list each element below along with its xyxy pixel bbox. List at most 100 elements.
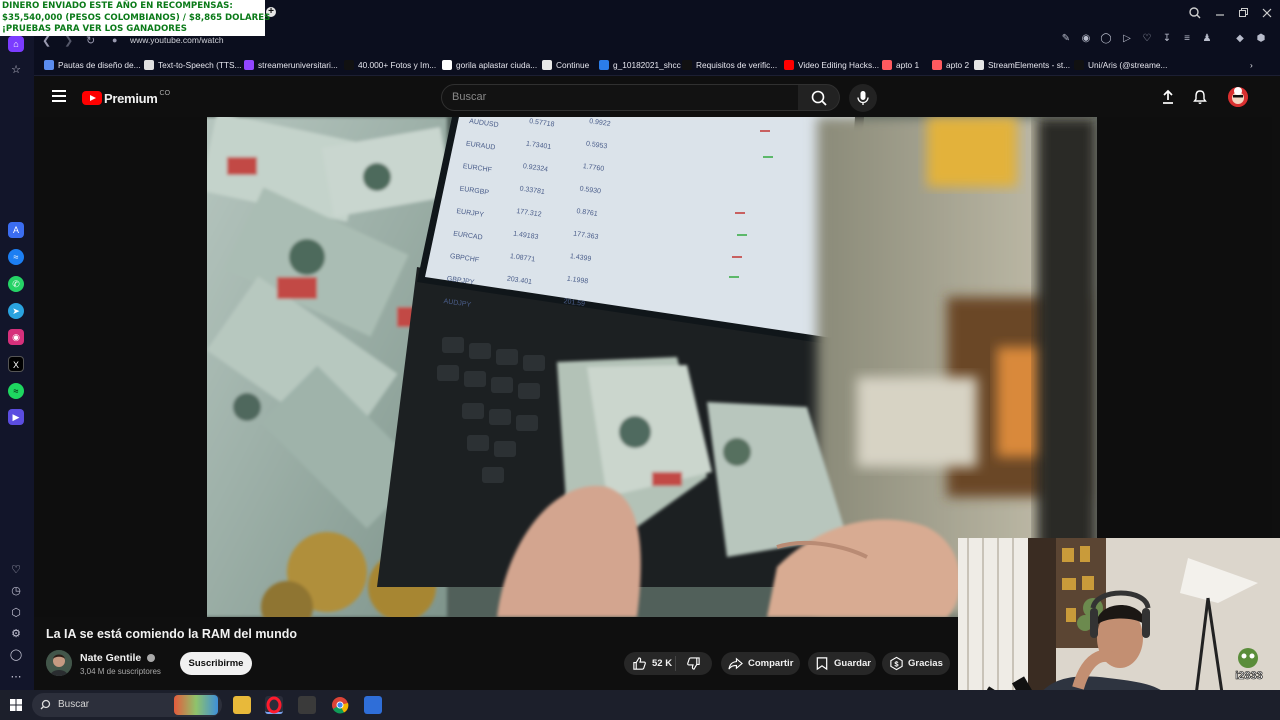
channel-avatar[interactable] [46, 650, 72, 676]
aria-icon[interactable]: A [8, 222, 24, 238]
bookmark-item[interactable]: Text-to-Speech (TTS... [144, 59, 241, 71]
browser-search-icon[interactable] [1187, 5, 1203, 21]
save-button[interactable]: Guardar [808, 652, 876, 675]
channel-name-text[interactable]: Nate Gentile [80, 652, 141, 664]
country-code: CO [159, 89, 171, 97]
download-icon[interactable]: ↧ [1161, 33, 1173, 45]
like-count: 52 K [652, 658, 673, 669]
overlay-line-1: DINERO ENVIADO ESTE AÑO EN RECOMPENSAS: [2, 1, 233, 11]
settings-icon[interactable]: ⚙ [9, 627, 23, 641]
bookmark-item[interactable]: Continue [542, 59, 589, 71]
spotify-icon[interactable]: ≈ [8, 383, 24, 399]
youtube-logo[interactable]: Premium CO [82, 90, 170, 106]
opera-icon[interactable] [265, 696, 283, 714]
bookmark-favicon-icon [1074, 60, 1084, 70]
windows-taskbar: Buscar [0, 690, 1280, 720]
bookmark-label: g_10182021_shcc [613, 60, 681, 70]
bookmark-label: Video Editing Hacks... [798, 60, 880, 70]
extension-icon[interactable]: ⬢ [1255, 33, 1267, 45]
edit-icon[interactable]: ✎ [1060, 33, 1072, 45]
minimize-icon[interactable] [1212, 5, 1228, 21]
menu-lines-icon[interactable]: ≡ [1181, 33, 1193, 45]
close-icon[interactable] [1259, 5, 1275, 21]
bookmark-item[interactable]: gorila aplastar ciuda... [442, 59, 537, 71]
send-icon[interactable]: ▷ [1121, 33, 1133, 45]
more-icon[interactable]: ⋯ [9, 670, 23, 684]
heart-icon[interactable]: ♡ [1141, 33, 1153, 45]
video-title: La IA se está comiendo la RAM del mundo [46, 627, 297, 641]
premium-text: Premium [104, 90, 158, 106]
bookmark-item[interactable]: StreamElements - st... [974, 59, 1070, 71]
search-button[interactable] [798, 84, 840, 111]
calendar-app-icon[interactable] [364, 696, 382, 714]
notifications-bell-icon[interactable] [1191, 88, 1209, 106]
home-icon[interactable]: ⌂ [8, 36, 24, 52]
subscribe-button[interactable]: Suscribirme [180, 652, 252, 675]
bookmark-favicon-icon [784, 60, 794, 70]
whatsapp-icon[interactable]: ✆ [8, 276, 24, 292]
bookmark-label: gorila aplastar ciuda... [456, 60, 538, 70]
camera-icon[interactable]: ◉ [1080, 33, 1092, 45]
bookmark-item[interactable]: 40.000+ Fotos y Im... [344, 59, 436, 71]
bookmark-item[interactable]: Requisitos de verific... [682, 59, 777, 71]
user-avatar[interactable] [1228, 87, 1248, 107]
search-icon [40, 693, 52, 717]
windows-start-icon[interactable] [10, 699, 22, 711]
x-twitter-icon[interactable]: X [8, 356, 24, 372]
bookmark-favicon-icon [244, 60, 254, 70]
file-explorer-icon[interactable] [233, 696, 251, 714]
bookmark-label: Continue [556, 60, 590, 70]
taskbar-search[interactable]: Buscar [32, 693, 222, 717]
share-button[interactable]: Compartir [721, 652, 800, 675]
bookmark-item[interactable]: streameruniversitari... [244, 59, 338, 71]
bookmarks-more-icon[interactable]: › [1250, 59, 1253, 71]
bookmark-favicon-icon [442, 60, 452, 70]
lightbulb-icon[interactable]: ◯ [9, 648, 23, 662]
bookmark-favicon-icon [974, 60, 984, 70]
save-label: Guardar [834, 658, 871, 669]
like-button[interactable]: 52 K [624, 656, 676, 671]
like-dislike-group: 52 K [624, 652, 712, 675]
diamond-icon[interactable]: ◆ [1234, 33, 1246, 45]
thanks-dollar-icon: $ [890, 656, 903, 671]
bookmark-icon [816, 657, 828, 671]
player-icon[interactable]: ▶ [8, 409, 24, 425]
star-icon[interactable]: ☆ [9, 63, 23, 77]
bookmark-item[interactable]: apto 2 [932, 59, 969, 71]
cube-icon[interactable]: ⬡ [9, 606, 23, 620]
voice-search-button[interactable] [849, 84, 877, 112]
shield-icon[interactable]: ◯ [1100, 33, 1112, 45]
restore-icon[interactable] [1235, 5, 1251, 21]
thumbs-down-icon [687, 657, 700, 670]
bookmark-item[interactable]: Pautas de diseño de... [44, 59, 141, 71]
bookmark-item[interactable]: apto 1 [882, 59, 919, 71]
search-input[interactable]: Buscar [441, 84, 799, 111]
upload-icon[interactable] [1159, 88, 1177, 106]
bookmark-item[interactable]: Video Editing Hacks... [784, 59, 879, 71]
youtube-header: Premium CO Buscar [34, 77, 1272, 117]
emote-text: i2833 [1235, 670, 1263, 682]
bookmark-item[interactable]: g_10182021_shcc [599, 59, 681, 71]
telegram-icon[interactable]: ➤ [8, 303, 24, 319]
url-text[interactable]: www.youtube.com/watch [130, 35, 224, 45]
bookmark-favicon-icon [144, 60, 154, 70]
dislike-button[interactable] [676, 656, 701, 671]
chrome-icon[interactable] [331, 696, 349, 714]
messenger-icon[interactable]: ≈ [8, 249, 24, 265]
bookmark-item[interactable]: Uni/Aris (@streame... [1074, 59, 1167, 71]
verified-icon [147, 654, 156, 663]
stream-overlay-banner: DINERO ENVIADO ESTE AÑO EN RECOMPENSAS: … [0, 0, 271, 36]
channel-name[interactable]: Nate Gentile [80, 652, 156, 664]
hamburger-menu-icon[interactable] [52, 90, 66, 102]
profile-icon[interactable]: ♟ [1201, 33, 1213, 45]
history-icon[interactable]: ◷ [9, 584, 23, 598]
thanks-button[interactable]: $ Gracias [882, 652, 950, 675]
app-icon[interactable] [298, 696, 316, 714]
overlay-line-2: $35,540,000 (PESOS COLOMBIANOS) / $8,865… [2, 12, 271, 23]
bookmark-favicon-icon [542, 60, 552, 70]
heart-icon[interactable]: ♡ [9, 563, 23, 577]
youtube-play-icon [82, 91, 102, 105]
thanks-label: Gracias [908, 658, 943, 669]
bookmark-label: Requisitos de verific... [696, 60, 778, 70]
instagram-icon[interactable]: ◉ [8, 329, 24, 345]
